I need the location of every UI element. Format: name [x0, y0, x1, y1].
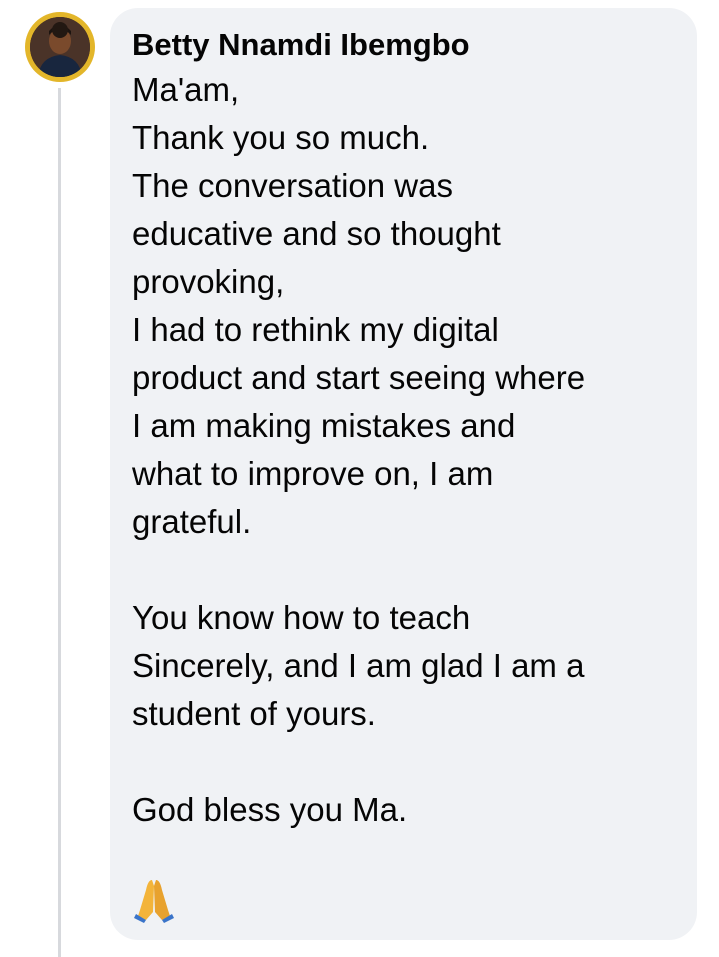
comment-author[interactable]: Betty Nnamdi Ibemgbo	[132, 27, 677, 63]
comment-line: Sincerely, and I am glad I am a	[132, 647, 585, 684]
comment-line: Thank you so much.	[132, 119, 430, 156]
comment-line: product and start seeing where	[132, 359, 586, 396]
comment-body: Ma'am, Thank you so much. The conversati…	[132, 66, 677, 834]
comment-line: what to improve on, I am	[132, 455, 494, 492]
comment-line: educative and so thought	[132, 215, 501, 252]
comment-line: God bless you Ma.	[132, 791, 408, 828]
thread-line	[58, 88, 61, 957]
avatar[interactable]	[25, 12, 95, 82]
comment-line: grateful.	[132, 503, 252, 540]
comment-line: Ma'am,	[132, 71, 240, 108]
comment-line: student of yours.	[132, 695, 376, 732]
reaction-emoji	[132, 876, 677, 924]
comment-line: You know how to teach	[132, 599, 471, 636]
comment-line: I am making mistakes and	[132, 407, 516, 444]
avatar-photo	[30, 17, 90, 77]
comment-line: I had to rethink my digital	[132, 311, 499, 348]
praying-hands-icon	[132, 880, 176, 928]
comment-line: provoking,	[132, 263, 285, 300]
comment-bubble: Betty Nnamdi Ibemgbo Ma'am, Thank you so…	[110, 8, 697, 940]
comment-line: The conversation was	[132, 167, 453, 204]
